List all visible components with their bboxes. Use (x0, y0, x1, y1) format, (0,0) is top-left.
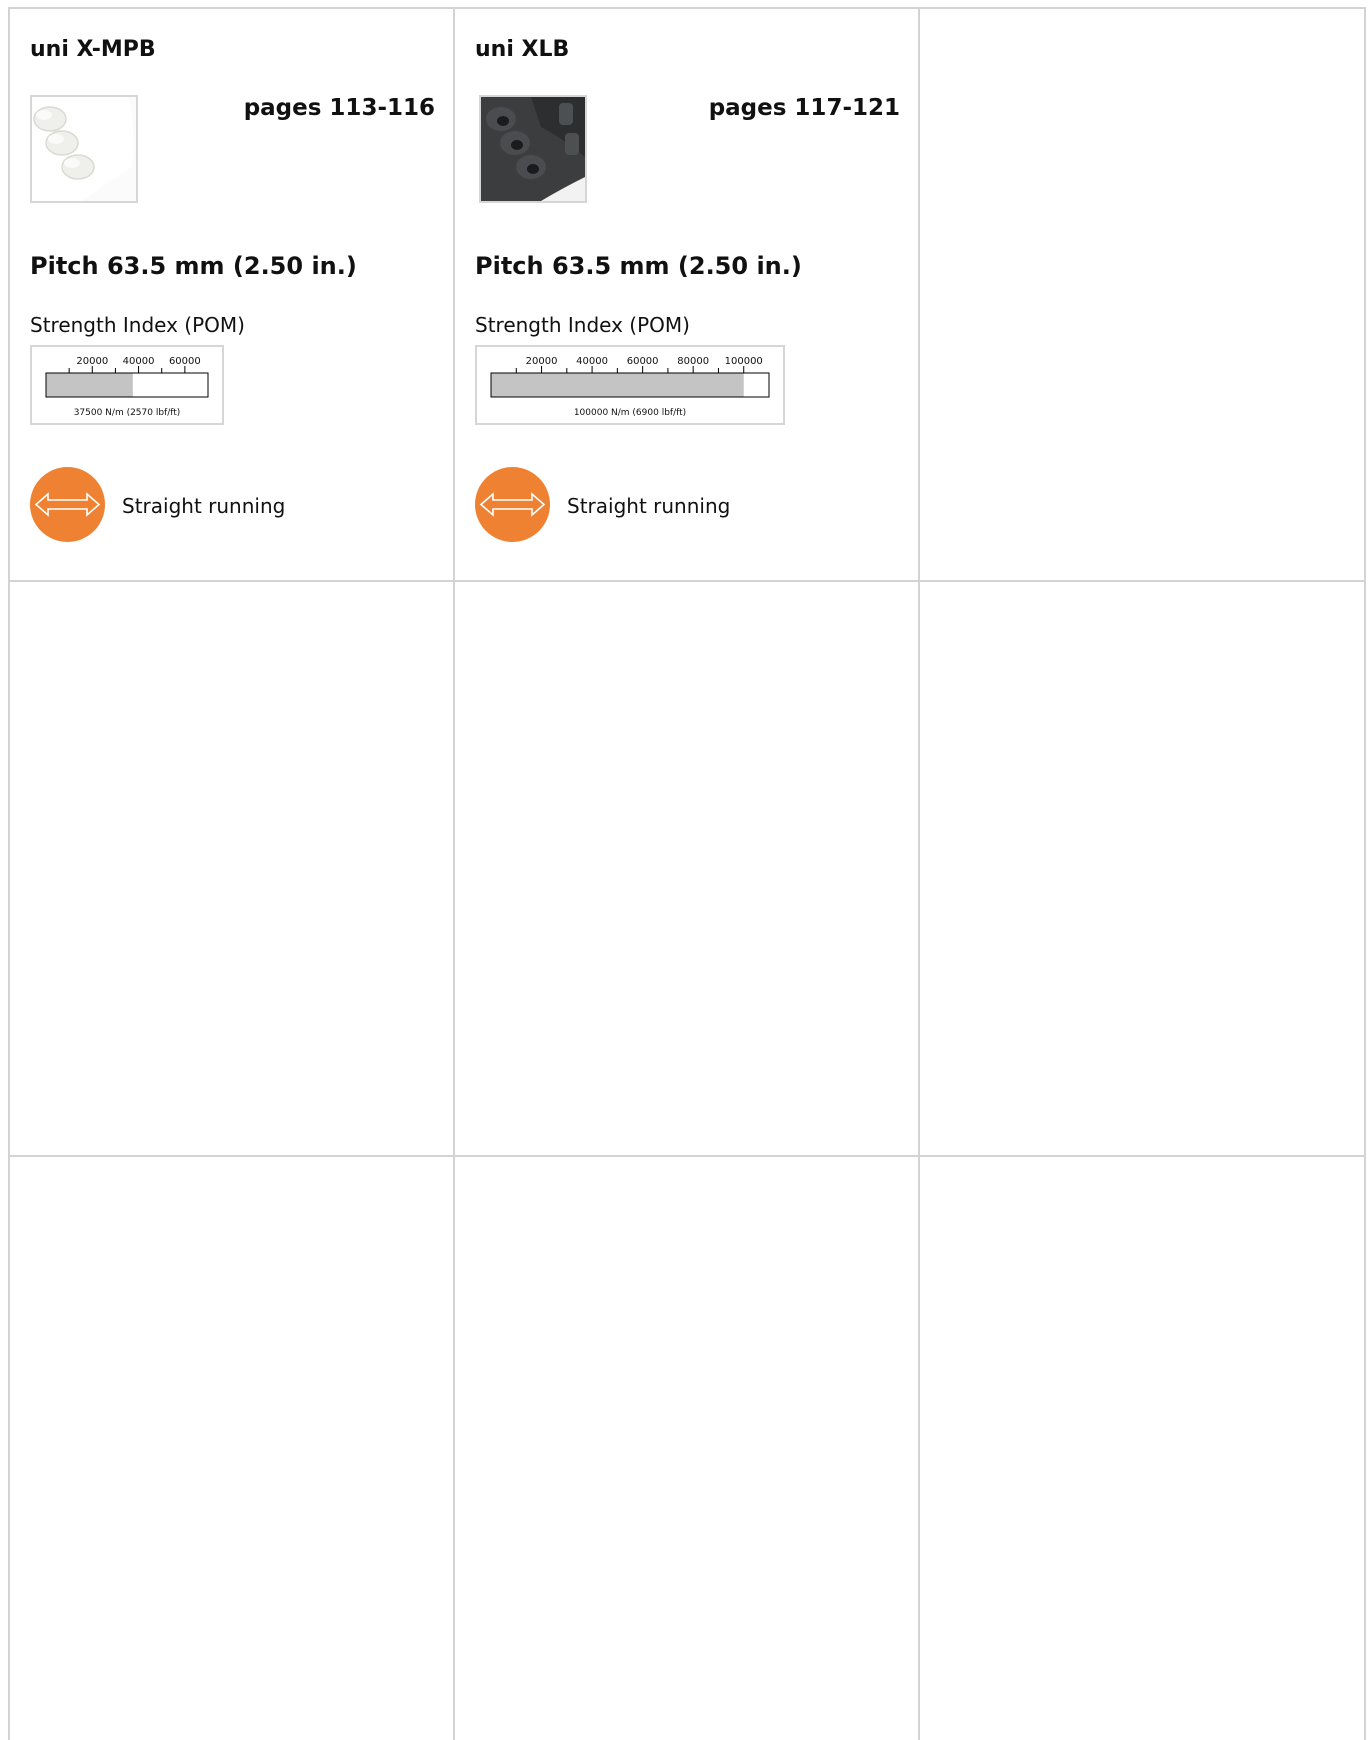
page-reference: pages 113-116 (243, 95, 435, 121)
pitch-heading: Pitch 63.5 mm (2.50 in.) (475, 252, 802, 280)
pitch-heading: Pitch 63.5 mm (2.50 in.) (30, 252, 357, 280)
grid-line (1364, 7, 1366, 1740)
strength-label: Strength Index (POM) (30, 313, 245, 337)
catalog-grid: uni X-MPB pages 113-116 Pitch 63.5 mm (2… (8, 7, 1366, 1740)
direction-label: Straight running (122, 494, 286, 518)
strength-caption: 37500 N/m (2570 lbf/ft) (73, 408, 181, 418)
strength-label: Strength Index (POM) (475, 313, 690, 337)
strength-bar-fill (491, 373, 744, 397)
strength-index-gauge: 20000 40000 60000 37500 N/m (2570 lbf/ft) (30, 345, 224, 425)
strength-caption: 100000 N/m (6900 lbf/ft) (573, 408, 687, 418)
white-belt-image (30, 95, 138, 203)
tick-label: 60000 (169, 356, 201, 367)
product-title: uni X-MPB (30, 37, 156, 62)
tick-label: 60000 (627, 356, 659, 367)
black-belt-image (479, 95, 587, 203)
tick-label: 40000 (576, 356, 608, 367)
page-reference: pages 117-121 (708, 95, 900, 121)
grid-line (918, 7, 920, 1740)
strength-bar-fill (46, 373, 133, 397)
tick-label: 20000 (526, 356, 558, 367)
product-title: uni XLB (475, 37, 570, 62)
straight-running-icon (475, 467, 550, 542)
strength-index-gauge: 20000 40000 60000 80000 100000 100000 N/m (6… (475, 345, 785, 425)
tick-label: 80000 (677, 356, 709, 367)
tick-label: 20000 (76, 356, 108, 367)
product-card-uni-xlb: uni XLB pages 117-121 Pitch 63.5 mm (2.5… (455, 7, 918, 581)
tick-label: 40000 (123, 356, 155, 367)
product-card-uni-x-mpb: uni X-MPB pages 113-116 Pitch 63.5 mm (2… (10, 7, 453, 581)
straight-running-icon (30, 467, 105, 542)
tick-label: 100000 (725, 356, 763, 367)
grid-line (8, 1155, 1366, 1157)
direction-label: Straight running (567, 494, 731, 518)
